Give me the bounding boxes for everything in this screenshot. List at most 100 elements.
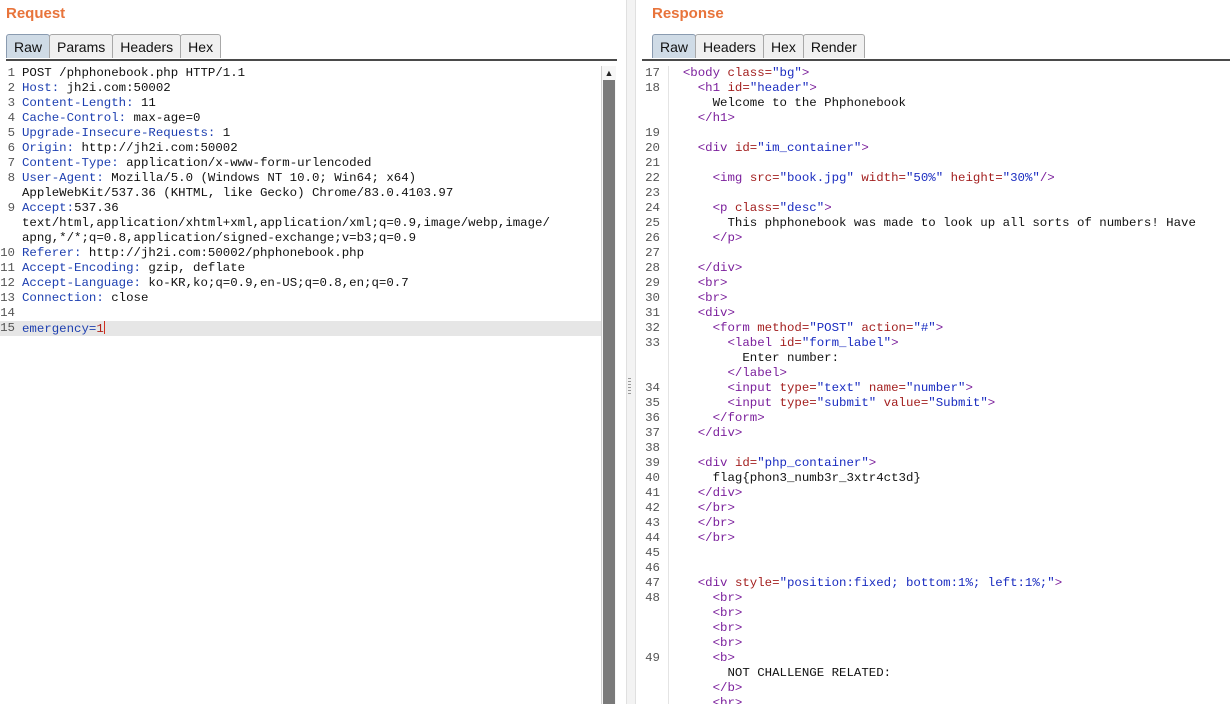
response-code-line[interactable]: <br> [642,621,1230,636]
response-code-line[interactable]: 43 </br> [642,516,1230,531]
request-code-line[interactable]: 11 Accept-Encoding: gzip, deflate [0,261,602,276]
scroll-up-arrow-icon[interactable]: ▲ [602,66,616,80]
response-tab-render[interactable]: Render [802,34,865,58]
response-code-line[interactable]: Enter number: [642,351,1230,366]
code-token: type= [779,381,817,395]
response-code-line[interactable]: 30 <br> [642,291,1230,306]
response-code-line[interactable]: NOT CHALLENGE RELATED: [642,666,1230,681]
code-token: AppleWebKit/537.36 (KHTML, like Gecko) C… [22,186,454,200]
response-code-line[interactable]: </h1> [642,111,1230,126]
response-code-line[interactable]: 46 [642,561,1230,576]
request-code-line[interactable]: 13 Connection: close [0,291,602,306]
response-code-line[interactable]: 45 [642,546,1230,561]
response-code-line[interactable]: 31 <div> [642,306,1230,321]
request-code-line[interactable]: 6 Origin: http://jh2i.com:50002 [0,141,602,156]
response-code-line[interactable]: 18 <h1 id="header"> [642,81,1230,96]
code-token: id= [734,456,758,470]
request-code-line[interactable]: apng,*/*;q=0.8,application/signed-exchan… [0,231,602,246]
response-code-line[interactable]: 41 </div> [642,486,1230,501]
splitter-grip-icon[interactable] [628,378,631,394]
code-token: Connection: [22,291,104,305]
response-editor[interactable]: 17 <body class="bg"> 18 <h1 id="header"> … [642,66,1230,704]
response-code-line[interactable]: 29 <br> [642,276,1230,291]
line-number: 37 [645,426,660,440]
response-code-line[interactable]: 44 </br> [642,531,1230,546]
response-code-line[interactable]: 23 [642,186,1230,201]
request-code-line[interactable]: 10 Referer: http://jh2i.com:50002/phphone… [0,246,602,261]
response-code-line[interactable]: 21 [642,156,1230,171]
response-tab-hex[interactable]: Hex [762,34,804,58]
line-text: Accept:537.36 [22,201,119,216]
code-token: flag{phon3_numb3r_3xtr4ct3d} [668,471,921,485]
response-code-line[interactable]: 33 <label id="form_label"> [642,336,1230,351]
code-token: > [935,321,944,335]
code-token: Enter number: [668,351,840,365]
response-code-line[interactable]: 24 <p class="desc"> [642,201,1230,216]
code-token: "number" [906,381,966,395]
response-code-line[interactable]: 39 <div id="php_container"> [642,456,1230,471]
code-token: </br> [697,501,735,515]
request-code-line[interactable]: 1 POST /phphonebook.php HTTP/1.1 [0,66,602,81]
panel-splitter[interactable] [626,0,636,704]
request-tab-params[interactable]: Params [49,34,114,58]
line-text: </br> [668,501,735,516]
code-token: text/html,application/xhtml+xml,applicat… [22,216,550,230]
response-code-line[interactable]: 22 <img src="book.jpg" width="50%" heigh… [642,171,1230,186]
response-code-line[interactable]: 49 <b> [642,651,1230,666]
response-code-line[interactable]: </label> [642,366,1230,381]
line-number: 33 [645,336,660,350]
code-token: emergency= [22,322,97,336]
response-code-line[interactable]: 47 <div style="position:fixed; bottom:1%… [642,576,1230,591]
response-tab-headers[interactable]: Headers [695,34,764,58]
response-code-line[interactable]: 27 [642,246,1230,261]
response-code-line[interactable]: 35 <input type="submit" value="Submit"> [642,396,1230,411]
request-code-line[interactable]: 15 emergency=1 [0,321,602,336]
code-token: </p> [712,231,743,245]
line-text: </div> [668,261,743,276]
scrollbar-thumb[interactable] [603,80,615,704]
response-code-line[interactable]: 20 <div id="im_container"> [642,141,1230,156]
line-number [642,696,660,704]
request-code-line[interactable]: 12 Accept-Language: ko-KR,ko;q=0.9,en-US;… [0,276,602,291]
response-code-line[interactable]: 38 [642,441,1230,456]
response-code-line[interactable]: 25 This phphonebook was made to look up … [642,216,1230,231]
response-code-line[interactable]: <br> [642,636,1230,651]
line-number: 14 [0,306,15,320]
request-tab-raw[interactable]: Raw [6,34,51,58]
request-tab-headers[interactable]: Headers [112,34,182,58]
request-code-line[interactable]: 3 Content-Length: 11 [0,96,602,111]
code-token: </b> [712,681,743,695]
response-code-line[interactable]: 40 flag{phon3_numb3r_3xtr4ct3d} [642,471,1230,486]
request-code-line[interactable]: 14 [0,306,602,321]
request-code-line[interactable]: 2 Host: jh2i.com:50002 [0,81,602,96]
code-token: <br> [712,636,743,650]
request-code-line[interactable]: text/html,application/xhtml+xml,applicat… [0,216,602,231]
request-code-line[interactable]: 9 Accept:537.36 [0,201,602,216]
request-code-line[interactable]: 5 Upgrade-Insecure-Requests: 1 [0,126,602,141]
response-code-line[interactable]: 26 </p> [642,231,1230,246]
response-code-line[interactable]: 48 <br> [642,591,1230,606]
request-code-line[interactable]: 4 Cache-Control: max-age=0 [0,111,602,126]
response-tab-raw[interactable]: Raw [652,34,697,58]
request-tab-hex[interactable]: Hex [180,34,222,58]
request-editor[interactable]: 1 POST /phphonebook.php HTTP/1.1 2 Host: jh… [0,66,602,704]
response-code-line[interactable]: Welcome to the Phphonebook [642,96,1230,111]
request-code-line[interactable]: AppleWebKit/537.36 (KHTML, like Gecko) C… [0,186,602,201]
request-code-line[interactable]: 7 Content-Type: application/x-www-form-ur… [0,156,602,171]
response-code-line[interactable]: <br> [642,696,1230,704]
response-code-line[interactable]: 34 <input type="text" name="number"> [642,381,1230,396]
response-code-line[interactable]: 17 <body class="bg"> [642,66,1230,81]
line-number: 40 [645,471,660,485]
response-code-line[interactable]: <br> [642,606,1230,621]
response-code-line[interactable]: 37 </div> [642,426,1230,441]
response-code-line[interactable]: 36 </form> [642,411,1230,426]
response-code-line[interactable]: 32 <form method="POST" action="#"> [642,321,1230,336]
request-scrollbar[interactable]: ▲ [601,66,616,704]
response-code-line[interactable]: 42 </br> [642,501,1230,516]
request-code-line[interactable]: 8 User-Agent: Mozilla/5.0 (Windows NT 10.… [0,171,602,186]
response-code-line[interactable]: 19 [642,126,1230,141]
response-code-line[interactable]: </b> [642,681,1230,696]
response-code-line[interactable]: 28 </div> [642,261,1230,276]
code-token: ko-KR,ko;q=0.9,en-US;q=0.8,en;q=0.7 [140,276,409,290]
